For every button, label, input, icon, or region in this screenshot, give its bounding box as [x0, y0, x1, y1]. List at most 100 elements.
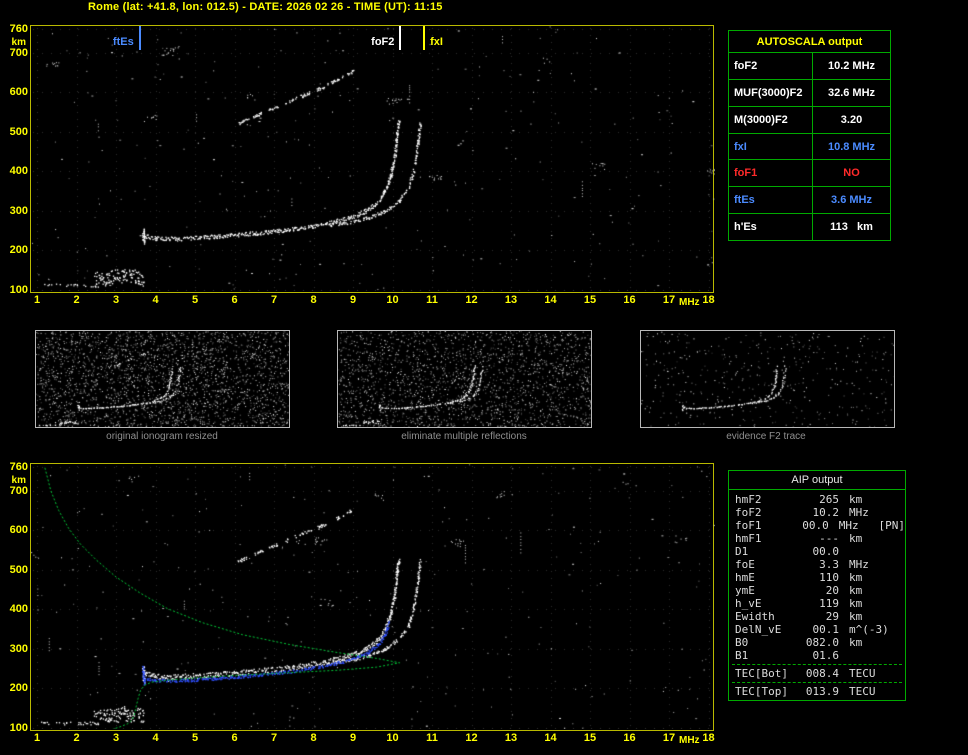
aip-row-4: D1 00.0 — [729, 545, 905, 558]
autoscala-row-6: h'Es 113 km — [729, 214, 890, 241]
aip-row-5-label: foE — [735, 558, 755, 571]
x-tick-label: 4 — [152, 732, 159, 744]
aip-row-8-label: h_vE — [735, 597, 762, 610]
y-tick-label: 700 — [9, 46, 28, 59]
header-title: Rome (lat: +41.8, lon: 012.5) - DATE: 20… — [88, 1, 443, 13]
aip-row-8-value: 119 — [819, 597, 839, 610]
aip-row-0-label: hmF2 — [735, 493, 762, 506]
y-tick-label: 600 — [9, 524, 28, 537]
aip-row-6-unit: km — [849, 571, 863, 584]
autoscala-row-4-value: NO — [843, 167, 860, 180]
autoscala-row-1-label: MUF(3000)F2 — [729, 79, 813, 106]
aip-tec-row-0: TEC[Bot] 008.4 TECU — [729, 667, 905, 680]
aip-table: AIP output hmF2 265 km foF2 10.2 MHz foF1 00.0 MH… — [728, 470, 906, 701]
x-tick-label: 17 — [662, 294, 676, 306]
aip-row-10: DelN_vE 00.1 m^(-3) — [729, 623, 905, 636]
aip-row-11-unit: km — [849, 636, 863, 649]
y-tick-label: 300 — [9, 642, 28, 655]
y-tick-label: 600 — [9, 86, 28, 99]
aip-row-1: foF2 10.2 MHz — [729, 506, 905, 519]
aip-row-12-value: 01.6 — [812, 649, 840, 662]
aip-row-10-label: DelN_vE — [735, 623, 782, 636]
thumbnail-original-caption: original ionogram resized — [106, 431, 218, 442]
aip-row-9-value: 29 — [825, 610, 839, 623]
aip-row-5: foE 3.3 MHz — [729, 558, 905, 571]
aip-row-2-value: 00.0 — [802, 519, 829, 532]
aip-row-1-label: foF2 — [735, 506, 762, 519]
y-tick-label: 100 — [9, 284, 28, 297]
aip-row-9: Ewidth 29 km — [729, 610, 905, 623]
x-tick-label: 6 — [231, 294, 238, 306]
y-tick-label: 700 — [9, 484, 28, 497]
y-axis-unit-label: km — [11, 475, 26, 486]
aip-row-3-value: --- — [819, 532, 839, 545]
autoscala-table: AUTOSCALA output foF2 10.2 MHz MUF(3000)F2 3… — [728, 30, 891, 241]
autoscala-row-3-value: 10.8 MHz — [827, 140, 876, 153]
x-tick-label: 12 — [465, 294, 478, 306]
ftes-marker-label: ftEs — [112, 36, 134, 48]
y-axis-unit-label: km — [11, 37, 26, 48]
fof2-marker-label: foF2 — [371, 36, 395, 48]
aip-row-6-value: 110 — [819, 571, 839, 584]
aip-row-3-label: hmF1 — [735, 532, 762, 545]
ftes-marker-line — [138, 26, 141, 50]
aip-row-7-label: ymE — [735, 584, 755, 597]
aip-row-2: foF1 00.0 MHz [PN] — [729, 519, 905, 532]
aip-row-7: ymE 20 km — [729, 584, 905, 597]
autoscala-row-0-value: 10.2 MHz — [827, 59, 876, 72]
aip-row-11-value: 082.0 — [805, 636, 839, 649]
x-tick-label: 7 — [270, 732, 278, 744]
y-tick-label: 200 — [9, 244, 28, 257]
aip-tec-row-1-value: 013.9 — [805, 685, 839, 698]
x-tick-label: 12 — [465, 732, 478, 744]
y-tick-label: 500 — [9, 563, 28, 576]
aip-row-1-value: 10.2 — [812, 506, 840, 519]
x-tick-label: 4 — [152, 294, 159, 306]
y-tick-label: 500 — [9, 125, 28, 138]
aip-row-5-unit: MHz — [849, 558, 869, 571]
x-tick-label: 17 — [662, 732, 676, 744]
aip-row-6-label: hmE — [735, 571, 755, 584]
y-tick-label: 100 — [9, 722, 28, 735]
x-tick-label: 6 — [231, 732, 238, 744]
aip-row-6: hmE 110 km — [729, 571, 905, 584]
x-tick-label: 3 — [112, 732, 120, 744]
autoscala-row-5: ftEs 3.6 MHz — [729, 187, 890, 215]
thumbnail-filtered-caption: eliminate multiple reflections — [401, 431, 527, 442]
autoscala-window: Rome (lat: +41.8, lon: 012.5) - DATE: 20… — [0, 0, 968, 755]
autoscala-row-1: MUF(3000)F2 32.6 MHz — [729, 79, 890, 107]
x-tick-label: 9 — [349, 294, 357, 306]
autoscala-row-5-value: 3.6 MHz — [831, 194, 872, 207]
x-tick-label: 8 — [310, 294, 317, 306]
thumbnail-evidence-canvas — [641, 331, 894, 427]
autoscala-row-1-value: 32.6 MHz — [827, 86, 876, 99]
x-tick-label: 1 — [33, 294, 41, 306]
aip-tec-row-1: TEC[Top] 013.9 TECU — [729, 685, 905, 698]
autoscala-row-0: foF2 10.2 MHz — [729, 53, 890, 80]
x-tick-label: 5 — [191, 294, 199, 306]
aip-row-7-value: 20 — [825, 584, 839, 597]
y-tick-label: 760 — [9, 23, 28, 35]
x-tick-label: 15 — [583, 732, 597, 744]
x-tick-label: 10 — [386, 294, 399, 306]
x-tick-label: 13 — [504, 732, 518, 744]
y-tick-label: 760 — [9, 461, 28, 473]
x-tick-label: 5 — [191, 732, 199, 744]
x-tick-label: 1 — [33, 732, 41, 744]
x-tick-label: 18 — [702, 294, 715, 306]
aip-row-5-value: 3.3 — [819, 558, 839, 571]
aip-tec-row-0-value: 008.4 — [805, 667, 839, 680]
aip-table-rows: hmF2 265 km foF2 10.2 MHz foF1 00.0 MHz [PN] hmF1… — [729, 490, 905, 698]
aip-row-3-unit: km — [849, 532, 863, 545]
autoscala-row-6-value: 113 km — [830, 221, 873, 234]
x-tick-label: 3 — [112, 294, 120, 306]
aip-tec-row-1-label: TEC[Top] — [735, 685, 788, 698]
profile-ionogram-canvas — [31, 464, 715, 729]
x-tick-label: 2 — [73, 732, 80, 744]
x-axis-unit-label: MHz — [679, 735, 700, 746]
aip-row-11-label: B0 — [735, 636, 749, 649]
thumbnail-original-canvas — [36, 331, 289, 427]
y-tick-label: 200 — [9, 682, 28, 695]
autoscala-table-title: AUTOSCALA output — [729, 31, 890, 53]
autoscala-row-3-label: fxI — [729, 133, 813, 160]
